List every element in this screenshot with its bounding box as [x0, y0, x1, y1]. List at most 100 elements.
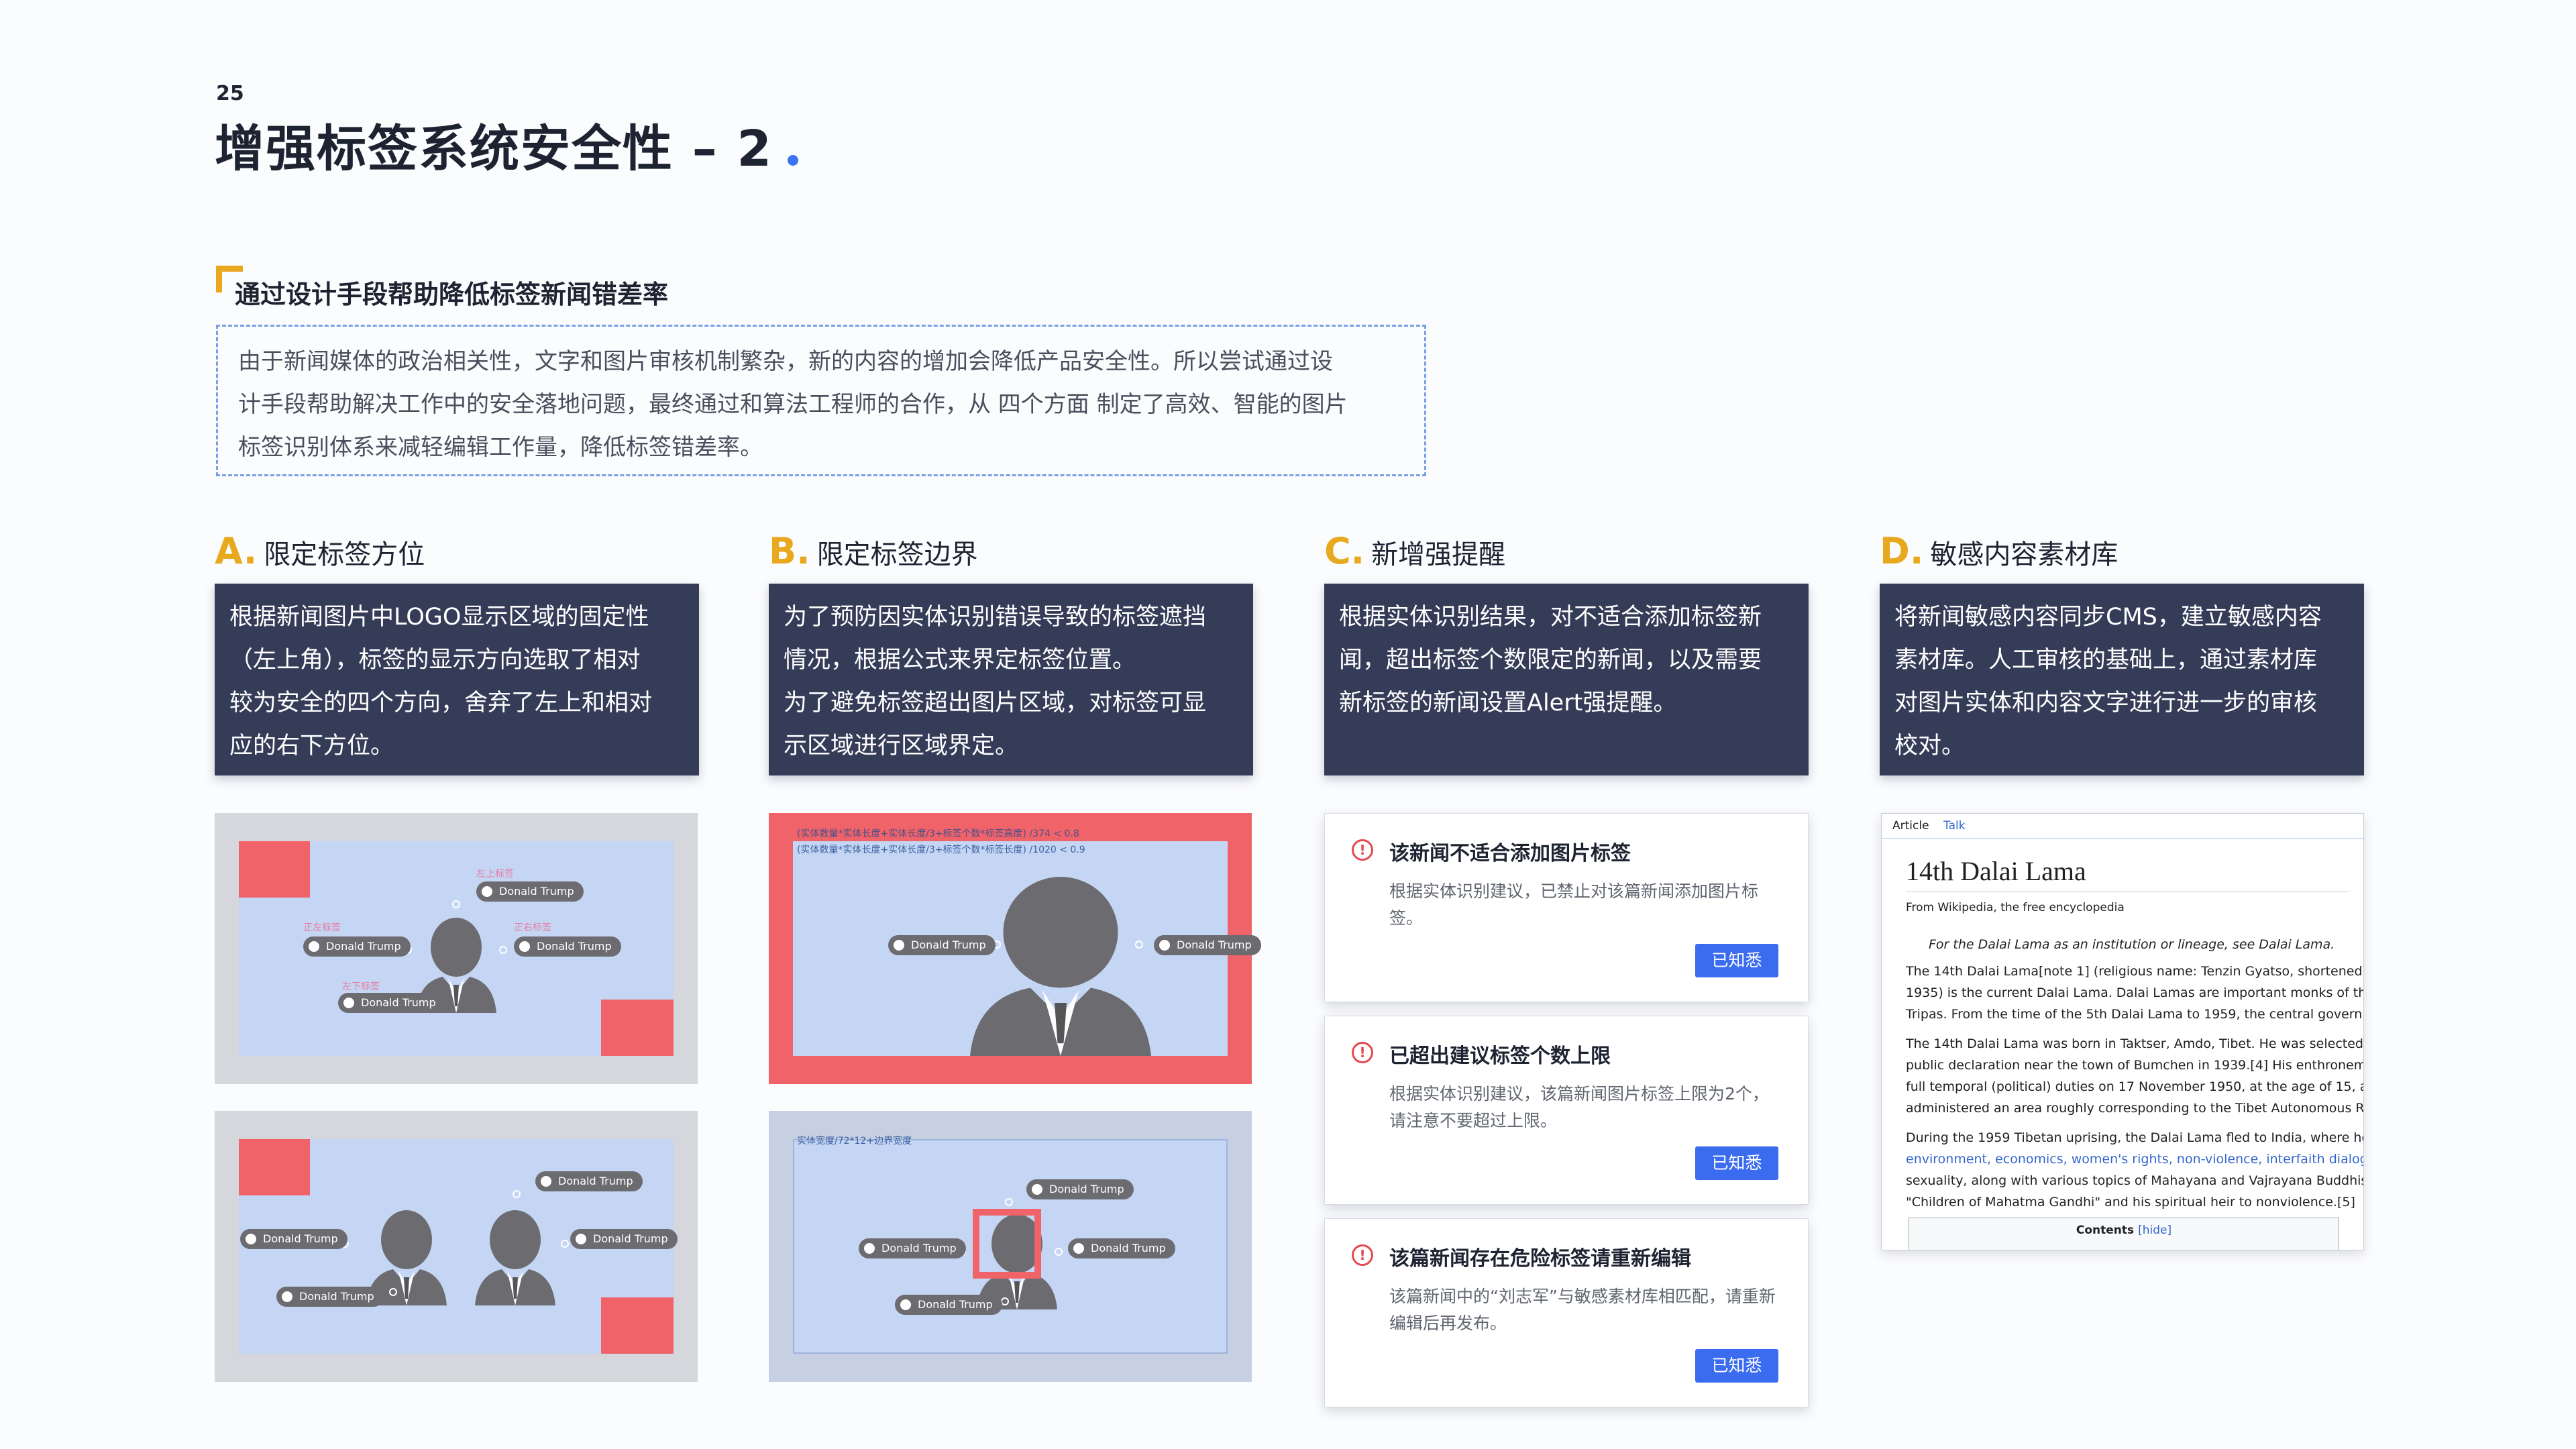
anchor-dot-icon	[1055, 1248, 1063, 1256]
wiki-hatnote: For the Dalai Lama as an institution or …	[1929, 937, 2335, 952]
tag-dot-icon	[343, 998, 354, 1008]
wiki-paragraph-line: environment, economics, women's rights, …	[1906, 1152, 2364, 1167]
tag-pill: Donald Trump	[535, 1171, 643, 1191]
tag-pill-label: Donald Trump	[1177, 938, 1252, 951]
column-letter: C.	[1324, 530, 1365, 572]
alert-circle-icon: !	[1352, 1042, 1373, 1063]
intro-line: 标签识别体系来减轻编辑工作量，降低标签错差率。	[238, 434, 763, 461]
anchor-dot-icon	[1135, 941, 1143, 949]
tag-dot-icon	[894, 940, 904, 951]
alert-body-line: 根据实体识别建议，该篇新闻图片标签上限为2个，	[1389, 1084, 1769, 1104]
description-line: 校对。	[1894, 733, 1966, 759]
alert-body-line: 请注意不要超过上限。	[1389, 1111, 1558, 1130]
tag-pill-label: Donald Trump	[361, 996, 436, 1009]
tag-position-mockup-2: Donald Trump Donald Trump Donald Trump D…	[215, 1111, 698, 1382]
description-line: 应的右下方位。	[229, 733, 394, 759]
wiki-paragraph-line: Tripas. From the time of the 5th Dalai L…	[1906, 1007, 2364, 1022]
wiki-paragraph-line: full temporal (political) duties on 17 N…	[1906, 1079, 2364, 1094]
tag-dot-icon	[246, 1234, 256, 1244]
tag-dot-icon	[482, 886, 492, 897]
tag-dot-icon	[1073, 1243, 1084, 1254]
alert-circle-icon: !	[1352, 1244, 1373, 1266]
column-letter: D.	[1880, 530, 1924, 572]
page-number: 25	[216, 82, 244, 105]
description-line: 为了预防因实体识别错误导致的标签遮挡	[784, 604, 1207, 631]
tag-pill: Donald Trump	[276, 1287, 384, 1307]
tag-dot-icon	[282, 1291, 292, 1302]
title-dot-icon	[788, 155, 799, 166]
column-heading-text: 敏感内容素材库	[1930, 539, 2118, 570]
acknowledge-button[interactable]: 已知悉	[1695, 944, 1778, 977]
tag-pill: Donald Trump	[859, 1238, 966, 1258]
alert-body: 根据实体识别建议，已禁止对该篇新闻添加图片标 签。	[1389, 878, 1778, 932]
tag-pill: Donald Trump	[1026, 1179, 1134, 1199]
wiki-tab-article[interactable]: Article	[1892, 819, 1929, 833]
page-title: 增强标签系统安全性 – 2	[215, 109, 799, 180]
description-line: 较为安全的四个方向，舍弃了左上和相对	[229, 690, 653, 716]
alert-body-line: 编辑后再发布。	[1389, 1313, 1507, 1333]
alert-body: 根据实体识别建议，该篇新闻图片标签上限为2个， 请注意不要超过上限。	[1389, 1081, 1778, 1134]
wiki-paragraph-line: "Children of Mahatma Gandhi" and his spi…	[1906, 1195, 2355, 1210]
anchor-dot-icon	[499, 946, 507, 954]
alert-dialog-dangerous-tag: ! 该篇新闻存在危险标签请重新编辑 该篇新闻中的“刘志军”与敏感素材库相匹配，请…	[1324, 1218, 1809, 1407]
description-line: 根据实体识别结果，对不适合添加标签新	[1339, 604, 1762, 631]
tag-pill-label: Donald Trump	[1091, 1242, 1166, 1254]
forbidden-zone-block	[601, 1297, 674, 1354]
tag-pill: Donald Trump	[338, 993, 445, 1013]
alert-dialog-tag-limit: ! 已超出建议标签个数上限 根据实体识别建议，该篇新闻图片标签上限为2个， 请注意…	[1324, 1016, 1809, 1205]
formula-text: (实体数量*实体长度+实体长度/3+标签个数*标签高度) /374 < 0.8	[797, 828, 1079, 839]
wiki-paragraph-line: The 14th Dalai Lama[note 1] (religious n…	[1906, 964, 2364, 979]
column-heading-text: 限定标签方位	[264, 539, 425, 570]
description-box-c: 根据实体识别结果，对不适合添加标签新 闻，超出标签个数限定的新闻，以及需要 新标…	[1324, 584, 1809, 775]
description-box-d: 将新闻敏感内容同步CMS，建立敏感内容 素材库。人工审核的基础上，通过素材库 对…	[1880, 584, 2364, 775]
tag-pill-label: Donald Trump	[918, 1298, 993, 1311]
tag-dot-icon	[309, 941, 319, 952]
anchor-dot-icon	[452, 900, 460, 908]
person-silhouette-icon	[970, 877, 1151, 1056]
tag-pill: Donald Trump	[303, 936, 411, 957]
tag-boundary-mockup-1: (实体数量*实体长度+实体长度/3+标签个数*标签高度) /374 < 0.8 …	[769, 813, 1261, 1084]
anchor-dot-icon	[1005, 1198, 1013, 1206]
tag-pill: Donald Trump	[514, 936, 621, 957]
face-detection-box	[973, 1209, 1041, 1279]
alert-title: 已超出建议标签个数上限	[1389, 1044, 1611, 1068]
tag-pill: Donald Trump	[240, 1229, 347, 1249]
wiki-paragraph-line: The 14th Dalai Lama was born in Taktser,…	[1906, 1036, 2364, 1051]
tag-dot-icon	[900, 1299, 911, 1310]
tag-pill: Donald Trump	[476, 881, 584, 902]
tag-pill: Donald Trump	[888, 935, 996, 955]
description-line: 根据新闻图片中LOGO显示区域的固定性	[229, 604, 649, 631]
acknowledge-button[interactable]: 已知悉	[1695, 1349, 1778, 1383]
tag-direction-label: 正右标签	[514, 922, 551, 933]
tag-dot-icon	[541, 1176, 551, 1187]
acknowledge-button[interactable]: 已知悉	[1695, 1146, 1778, 1180]
intro-line: 计手段帮助解决工作中的安全落地问题，最终通过和算法工程师的合作，从 四个方面 制…	[238, 391, 1348, 418]
alert-dialog-not-suitable: ! 该新闻不适合添加图片标签 根据实体识别建议，已禁止对该篇新闻添加图片标 签。 …	[1324, 813, 1809, 1002]
tag-dot-icon	[576, 1234, 586, 1244]
contents-text: Contents	[2076, 1224, 2135, 1237]
wiki-contents-label: Contents [hide]	[1909, 1224, 2339, 1237]
contents-hide-link[interactable]: [hide]	[2138, 1224, 2171, 1237]
alert-body-line: 根据实体识别建议，已禁止对该篇新闻添加图片标	[1389, 881, 1759, 901]
tag-direction-label: 左下标签	[342, 981, 380, 992]
tag-position-mockup-1: 左上标签 正右标签 正左标签 左下标签 Donald Trump Donald …	[215, 813, 698, 1084]
tag-pill-label: Donald Trump	[499, 885, 574, 898]
column-heading-text: 限定标签边界	[816, 539, 978, 570]
description-box-a: 根据新闻图片中LOGO显示区域的固定性 （左上角），标签的显示方向选取了相对 较…	[215, 584, 699, 775]
tag-pill: Donald Trump	[1068, 1238, 1175, 1258]
formula-text: (实体数量*实体长度+实体长度/3+标签个数*标签长度) /1020 < 0.9	[797, 845, 1085, 855]
tag-pill-label: Donald Trump	[1049, 1183, 1124, 1195]
alert-title: 该篇新闻存在危险标签请重新编辑	[1389, 1247, 1691, 1271]
tag-dot-icon	[1032, 1184, 1042, 1195]
wiki-tab-talk[interactable]: Talk	[1943, 819, 1966, 833]
tag-pill-label: Donald Trump	[558, 1175, 633, 1187]
wiki-subtitle: From Wikipedia, the free encyclopedia	[1906, 901, 2125, 914]
alert-body: 该篇新闻中的“刘志军”与敏感素材库相匹配，请重新 编辑后再发布。	[1389, 1283, 1778, 1337]
alert-title: 该新闻不适合添加图片标签	[1389, 842, 1631, 865]
tag-pill-label: Donald Trump	[299, 1290, 374, 1303]
description-line: 情况，根据公式来界定标签位置。	[784, 647, 1136, 674]
column-heading-b: B. 限定标签边界	[769, 530, 978, 572]
anchor-dot-icon	[561, 1240, 569, 1248]
wiki-article-screenshot: Article Talk 14th Dalai Lama From Wikipe…	[1881, 813, 2364, 1250]
column-heading-a: A. 限定标签方位	[215, 530, 425, 572]
